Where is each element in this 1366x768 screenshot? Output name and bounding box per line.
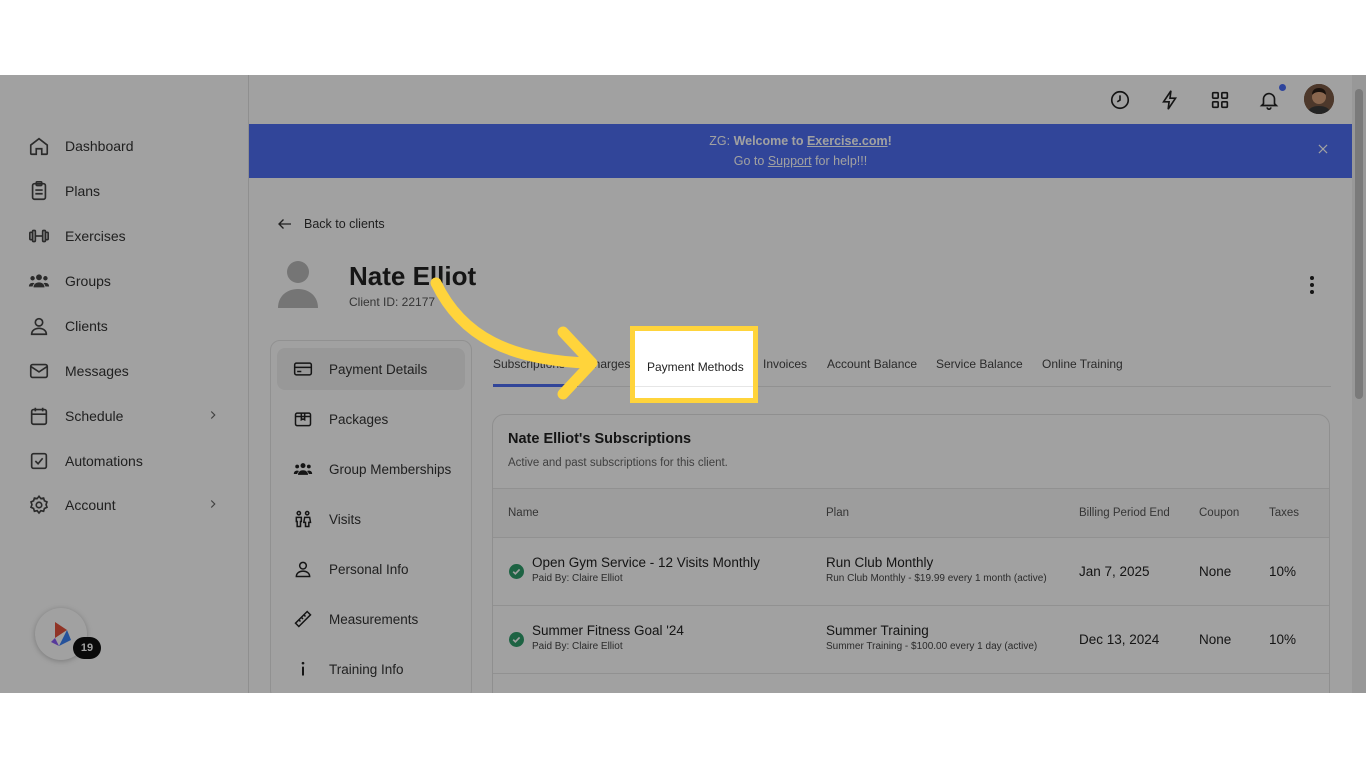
tutorial-arrow-icon	[430, 277, 598, 400]
app-frame: Dashboard Plans Exercises Groups Clients…	[0, 75, 1366, 693]
